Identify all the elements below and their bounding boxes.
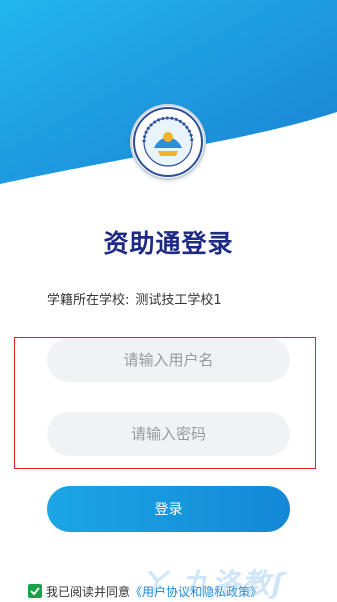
login-button[interactable]: 登录	[47, 486, 290, 532]
password-input[interactable]	[47, 412, 290, 456]
username-input[interactable]	[47, 338, 290, 382]
school-label: 学籍所在学校:	[47, 293, 130, 308]
agreement-checkbox[interactable]	[28, 584, 42, 598]
watermark: ㄚ 九洛教ʃ	[140, 567, 286, 600]
page-title: 资助通登录	[103, 229, 234, 258]
agreement-text: 我已阅读并同意	[46, 584, 131, 599]
school-name: 测试技工学校1	[135, 293, 222, 308]
school-info: 学籍所在学校: 测试技工学校1	[47, 289, 222, 308]
checkmark-icon	[30, 587, 40, 596]
school-emblem-logo	[130, 104, 206, 180]
